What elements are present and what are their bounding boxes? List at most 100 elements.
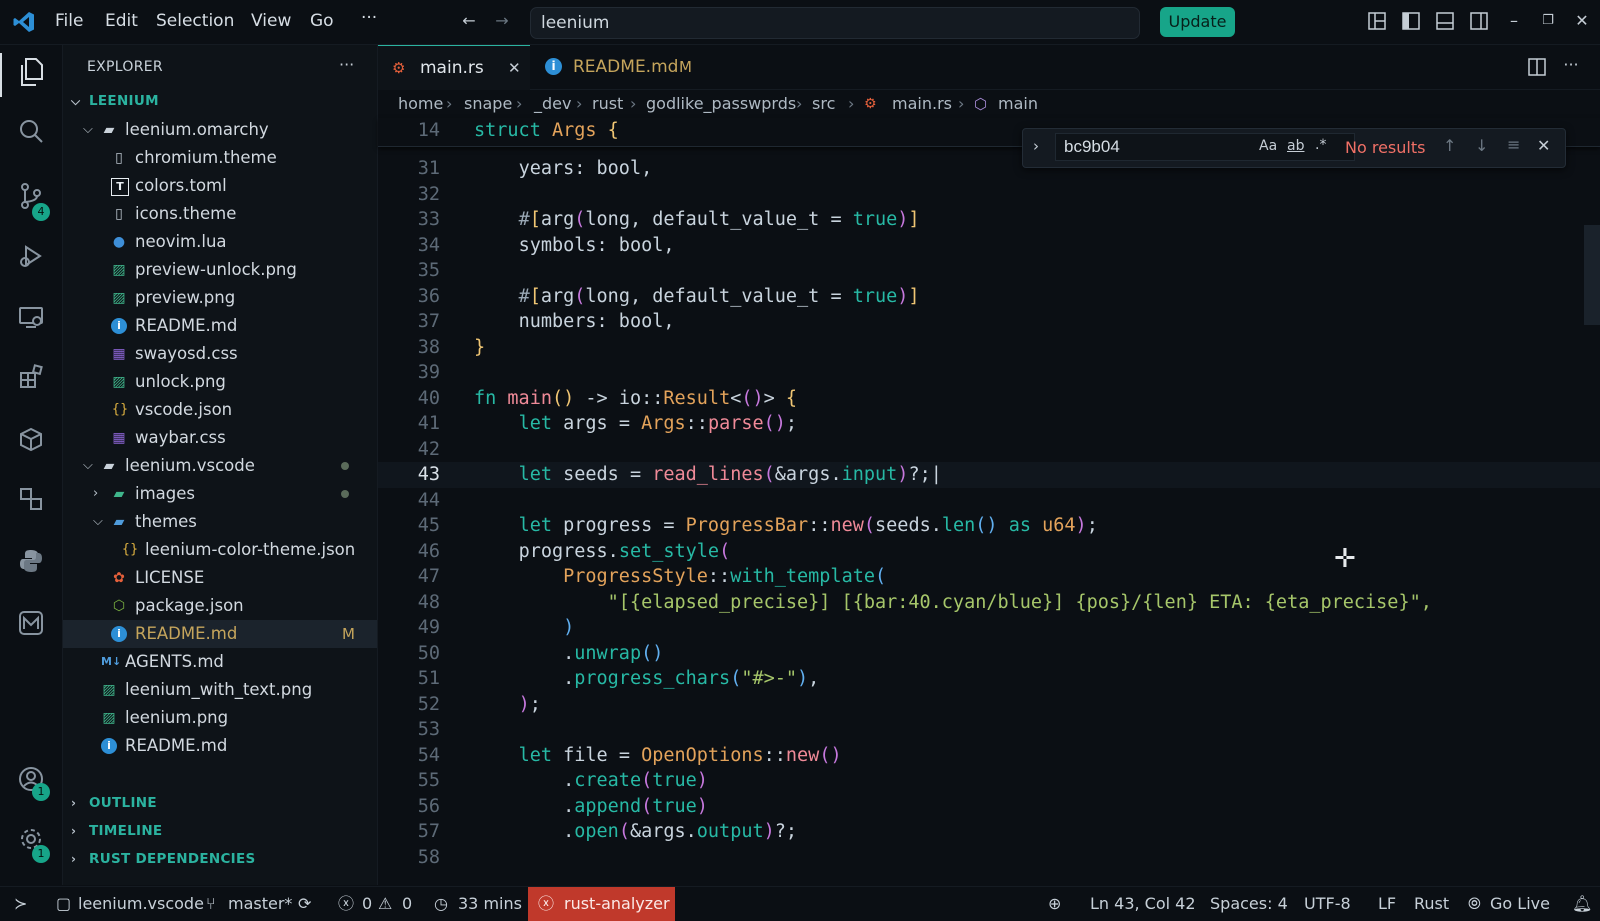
tree-item[interactable]: ▨ preview-unlock.png xyxy=(63,256,377,284)
zoom-icon[interactable]: ⊕ xyxy=(1048,887,1061,921)
code-line[interactable]: 35 xyxy=(378,258,1600,284)
gitlens-icon[interactable] xyxy=(13,609,49,645)
python-icon[interactable] xyxy=(13,547,49,583)
code-line[interactable]: 33 #[arg(long, default_value_t = true)] xyxy=(378,207,1600,233)
tree-root[interactable]: ⌵ LEENIUM xyxy=(63,87,377,115)
tree-item[interactable]: ▨ leenium_with_text.png xyxy=(63,676,377,704)
editor-scrollbar-thumb[interactable] xyxy=(1584,225,1600,325)
breadcrumb-symbol[interactable]: main xyxy=(998,90,1038,118)
code-line[interactable]: 49 ) xyxy=(378,615,1600,641)
tree-item[interactable]: ⬡ package.json xyxy=(63,592,377,620)
status-workspace[interactable]: leenium.vscode xyxy=(78,887,204,921)
command-center[interactable]: leenium xyxy=(530,7,1140,39)
toggle-secondary-sidebar-icon[interactable] xyxy=(1470,12,1488,30)
code-line[interactable]: 39 xyxy=(378,360,1600,386)
menu-selection[interactable]: Selection xyxy=(156,11,234,31)
toggle-panel-icon[interactable] xyxy=(1436,12,1454,30)
status-spaces[interactable]: Spaces: 4 xyxy=(1210,887,1288,921)
code-line[interactable]: 58 xyxy=(378,845,1600,871)
tree-item[interactable]: ▨ leenium.png xyxy=(63,704,377,732)
code-line[interactable]: 45 let progress = ProgressBar::new(seeds… xyxy=(378,513,1600,539)
code-line[interactable]: 37 numbers: bool, xyxy=(378,309,1600,335)
status-errors[interactable]: 0 xyxy=(362,887,372,921)
customize-layout-icon[interactable] xyxy=(1368,12,1386,30)
menu-file[interactable]: File xyxy=(55,11,83,31)
explorer-more-button[interactable]: ··· xyxy=(339,55,354,74)
code-editor[interactable]: 31 years: bool, 32 33 #[arg(long, default_… xyxy=(378,118,1600,885)
code-line[interactable]: 51 .progress_chars("#>-"), xyxy=(378,666,1600,692)
toggle-replace-icon[interactable]: › xyxy=(1033,137,1039,155)
tree-item[interactable]: ▨ preview.png xyxy=(63,284,377,312)
run-debug-icon[interactable] xyxy=(13,242,49,278)
status-encoding[interactable]: UTF-8 xyxy=(1304,887,1351,921)
tree-item[interactable]: {} vscode.json xyxy=(63,396,377,424)
menu-more[interactable]: ··· xyxy=(361,8,377,28)
previous-match-icon[interactable]: ↑ xyxy=(1443,136,1456,155)
find-input[interactable] xyxy=(1055,133,1355,161)
menu-view[interactable]: View xyxy=(251,11,291,31)
tree-item[interactable]: ▯ chromium.theme xyxy=(63,144,377,172)
close-tab-icon[interactable]: ✕ xyxy=(508,46,521,90)
tree-item[interactable]: ⌵ ▰ leenium.vscode xyxy=(63,452,377,480)
back-arrow-icon[interactable]: ← xyxy=(460,12,478,30)
status-warnings[interactable]: 0 xyxy=(402,887,412,921)
code-line[interactable]: 53 xyxy=(378,717,1600,743)
tree-item[interactable]: i README.md xyxy=(63,732,377,760)
extensions-icon[interactable] xyxy=(13,363,49,399)
breadcrumb-home[interactable]: home xyxy=(398,90,443,118)
tree-item[interactable]: i README.md xyxy=(63,312,377,340)
close-find-icon[interactable]: ✕ xyxy=(1537,136,1550,155)
rust-dependencies-section[interactable]: › RUST DEPENDENCIES xyxy=(63,845,377,873)
containers-icon[interactable] xyxy=(13,425,49,461)
breadcrumb-snape[interactable]: snape xyxy=(464,90,512,118)
breadcrumb-file[interactable]: main.rs xyxy=(892,90,952,118)
code-line[interactable]: 55 .create(true) xyxy=(378,768,1600,794)
code-line[interactable]: 47 ProgressStyle::with_template( xyxy=(378,564,1600,590)
code-line[interactable]: 50 .unwrap() xyxy=(378,641,1600,667)
sync-icon[interactable]: ⟳ xyxy=(298,887,311,921)
ports-icon[interactable] xyxy=(13,485,49,521)
tree-item[interactable]: › ▰ images xyxy=(63,480,377,508)
menu-edit[interactable]: Edit xyxy=(105,11,138,31)
tree-item[interactable]: Tcolors.toml xyxy=(63,172,377,200)
next-match-icon[interactable]: ↓ xyxy=(1475,136,1488,155)
code-line[interactable]: 41 let args = Args::parse(); xyxy=(378,411,1600,437)
timeline-section[interactable]: › TIMELINE xyxy=(63,817,377,845)
tree-item[interactable]: ▯ icons.theme xyxy=(63,200,377,228)
tree-item[interactable]: ▨ unlock.png xyxy=(63,368,377,396)
code-line[interactable]: 42 xyxy=(378,437,1600,463)
find-in-selection-icon[interactable]: ≡ xyxy=(1507,135,1520,154)
notifications-bell-icon[interactable]: 🔔︎ xyxy=(1572,887,1592,921)
minimize-icon[interactable]: – xyxy=(1505,12,1523,30)
remote-explorer-icon[interactable] xyxy=(13,303,49,339)
search-icon[interactable] xyxy=(13,117,49,153)
code-line[interactable]: 34 symbols: bool, xyxy=(378,233,1600,259)
tab-main-rs[interactable]: ⚙ main.rs ✕ xyxy=(378,45,530,90)
code-line[interactable]: 43 let seeds = read_lines(&args.input)?;… xyxy=(378,462,1600,488)
status-time[interactable]: 33 mins xyxy=(458,887,522,921)
status-golive[interactable]: Go Live xyxy=(1490,887,1550,921)
code-line[interactable]: 57 .open(&args.output)?; xyxy=(378,819,1600,845)
whole-word-button[interactable]: ab xyxy=(1287,138,1304,154)
tree-item[interactable]: ● neovim.lua xyxy=(63,228,377,256)
code-line[interactable]: 56 .append(true) xyxy=(378,794,1600,820)
remote-indicator-icon[interactable]: ≻ xyxy=(14,887,27,921)
breadcrumb-dev[interactable]: _dev xyxy=(534,90,571,118)
breadcrumb-rust[interactable]: rust xyxy=(592,90,623,118)
code-line[interactable]: 44 xyxy=(378,488,1600,514)
tree-item[interactable]: ⌵ ▰ themes xyxy=(63,508,377,536)
editor-more-icon[interactable]: ··· xyxy=(1562,56,1580,74)
code-line[interactable]: 52 ); xyxy=(378,692,1600,718)
tree-item[interactable]: M↓ AGENTS.md xyxy=(63,648,377,676)
tree-item[interactable]: {} leenium-color-theme.json xyxy=(63,536,377,564)
regex-button[interactable]: .* xyxy=(1315,137,1326,153)
update-button[interactable]: Update xyxy=(1160,7,1235,37)
code-line[interactable]: 48 "[{elapsed_precise}] [{bar:40.cyan/bl… xyxy=(378,590,1600,616)
restore-icon[interactable]: ❐ xyxy=(1539,12,1557,30)
outline-section[interactable]: › OUTLINE xyxy=(63,789,377,817)
status-language[interactable]: Rust xyxy=(1414,887,1449,921)
code-line[interactable]: 46 progress.set_style( xyxy=(378,539,1600,565)
code-line[interactable]: 38} xyxy=(378,335,1600,361)
status-position[interactable]: Ln 43, Col 42 xyxy=(1090,887,1196,921)
tree-item[interactable]: ✿ LICENSE xyxy=(63,564,377,592)
